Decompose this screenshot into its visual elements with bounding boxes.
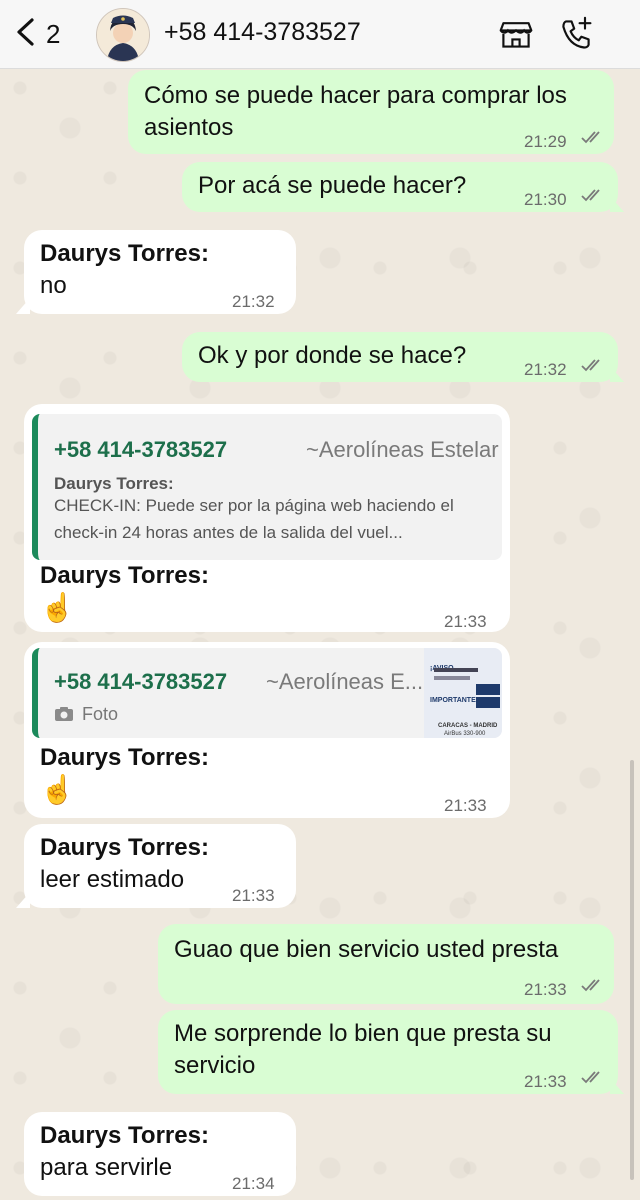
message-text: Guao que bien servicio usted presta <box>174 936 559 963</box>
quoted-phone: +58 414-3783527 <box>54 669 228 694</box>
thumb-line <box>434 676 470 680</box>
outgoing-message[interactable]: Ok y por donde se hace? 21:32 <box>182 332 624 382</box>
message-text: no <box>40 272 67 299</box>
store-icon[interactable] <box>496 14 536 54</box>
read-ticks-icon <box>581 979 600 992</box>
incoming-message[interactable]: Daurys Torres: no 21:32 <box>16 230 296 314</box>
avatar[interactable] <box>96 8 150 62</box>
thumb-line <box>434 668 478 672</box>
sender-name[interactable]: Daurys Torres: <box>40 560 209 592</box>
quoted-text: CHECK-IN: Puede ser por la página web ha… <box>54 496 454 542</box>
message-time: 21:33 <box>444 612 487 631</box>
message-emoji: ☝️ <box>40 774 75 805</box>
message-emoji: ☝️ <box>40 592 75 623</box>
read-ticks-icon <box>581 131 600 144</box>
message-time: 21:33 <box>232 886 275 905</box>
message-time: 21:34 <box>232 1174 275 1193</box>
add-call-icon[interactable] <box>556 14 596 54</box>
back-button[interactable]: 2 <box>14 16 60 52</box>
chat-header: 2 +58 414-3783527 <box>0 0 640 69</box>
incoming-reply-message[interactable]: +58 414-3783527 ~Aerolíneas E... Foto ¡A… <box>24 642 510 818</box>
sender-name[interactable]: Daurys Torres: <box>40 742 209 774</box>
scrollbar[interactable] <box>630 760 634 1180</box>
quoted-group-name: ~Aerolíneas E... <box>266 669 424 694</box>
sender-name[interactable]: Daurys Torres: <box>40 238 209 270</box>
contact-name[interactable]: +58 414-3783527 <box>164 18 361 47</box>
outgoing-message[interactable]: Por acá se puede hacer? 21:30 <box>182 162 624 212</box>
read-ticks-icon <box>581 1071 600 1084</box>
outgoing-message[interactable]: Me sorprende lo bien que presta su servi… <box>158 1010 624 1094</box>
media-label: Foto <box>82 704 119 724</box>
incoming-message[interactable]: Daurys Torres: para servirle 21:34 <box>24 1112 296 1196</box>
incoming-message[interactable]: Daurys Torres: leer estimado 21:33 <box>16 824 296 908</box>
sender-name[interactable]: Daurys Torres: <box>40 832 209 864</box>
message-time: 21:33 <box>524 980 567 999</box>
unread-count: 2 <box>46 18 61 49</box>
message-text: Ok y por donde se hace? <box>198 342 467 369</box>
quoted-photo-message[interactable]: +58 414-3783527 ~Aerolíneas E... Foto ¡A… <box>32 648 502 738</box>
photo-thumbnail[interactable]: ¡AVISO IMPORTANTE! CARACAS - MADRID AirB… <box>424 648 502 738</box>
incoming-reply-message[interactable]: +58 414-3783527 ~Aerolíneas Estelar Daur… <box>24 404 510 632</box>
quoted-group-name: ~Aerolíneas Estelar <box>306 437 499 462</box>
message-text: Por acá se puede hacer? <box>198 172 467 199</box>
message-text: leer estimado <box>40 866 185 893</box>
thumb-badge <box>476 697 500 708</box>
outgoing-message[interactable]: Cómo se puede hacer para comprar los asi… <box>128 70 614 154</box>
message-time: 21:33 <box>444 796 487 815</box>
camera-icon <box>55 707 73 721</box>
thumb-aircraft: AirBus 330-900 <box>444 731 486 737</box>
outgoing-message[interactable]: Guao que bien servicio usted presta 21:3… <box>158 924 614 1004</box>
message-text: para servirle <box>40 1154 173 1181</box>
message-time: 21:30 <box>524 190 567 209</box>
quoted-message[interactable]: +58 414-3783527 ~Aerolíneas Estelar Daur… <box>32 414 502 560</box>
quoted-phone: +58 414-3783527 <box>54 437 228 462</box>
sender-name[interactable]: Daurys Torres: <box>40 1120 209 1152</box>
chevron-left-icon <box>14 17 36 52</box>
message-time: 21:32 <box>232 292 275 311</box>
thumb-badge <box>476 684 500 695</box>
message-time: 21:32 <box>524 360 567 379</box>
message-time: 21:33 <box>524 1072 567 1091</box>
read-ticks-icon <box>581 189 600 202</box>
message-time: 21:29 <box>524 132 567 151</box>
read-ticks-icon <box>581 359 600 372</box>
